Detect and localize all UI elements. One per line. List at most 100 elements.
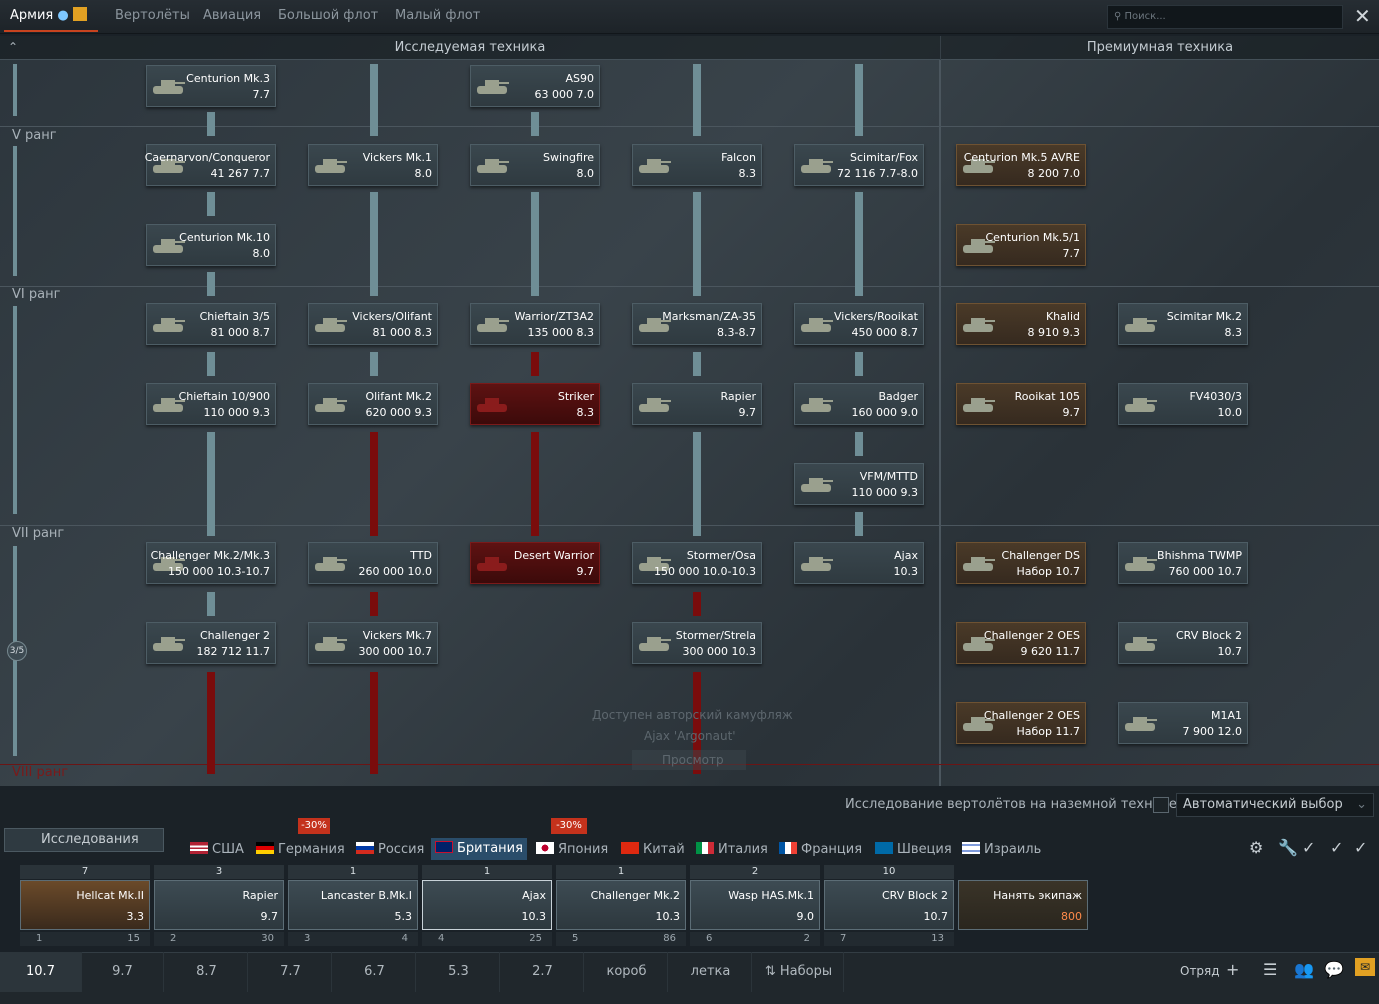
slot-footer: 62 (690, 932, 820, 946)
crew-slot[interactable]: CRV Block 2 10.7 (824, 880, 954, 930)
vehicle-card[interactable]: VFM/MTTD 110 000 9.3 (794, 463, 924, 505)
nation-israel[interactable]: Израиль (962, 842, 1041, 857)
nation-china[interactable]: Китай (621, 842, 685, 857)
vehicle-card[interactable]: Stormer/Strela 300 000 10.3 (632, 622, 762, 664)
nation-sweden[interactable]: Швеция (875, 842, 952, 857)
vehicle-stats: 300 000 10.7 (358, 645, 432, 658)
vehicle-card[interactable]: CRV Block 2 10.7 (1118, 622, 1248, 664)
vehicle-card[interactable]: Falcon 8.3 (632, 144, 762, 186)
nation-france[interactable]: Франция (779, 842, 862, 857)
preset-tab[interactable]: летка (670, 952, 752, 992)
premium-vehicle-card[interactable]: Challenger 2 OES Набор 11.7 (956, 702, 1086, 744)
research-label: Исследования (41, 832, 139, 847)
vehicle-card[interactable]: Scimitar/Fox 72 116 7.7-8.0 (794, 144, 924, 186)
premium-vehicle-card[interactable]: Centurion Mk.5/1 7.7 (956, 224, 1086, 266)
preset-tab[interactable]: 6.7 (334, 952, 416, 992)
collapse-icon[interactable]: ⌃ (8, 40, 18, 54)
vehicle-card[interactable]: Swingfire 8.0 (470, 144, 600, 186)
vehicle-card[interactable]: FV4030/3 10.0 (1118, 383, 1248, 425)
preset-tab[interactable]: 9.7 (82, 952, 164, 992)
close-icon[interactable]: ✕ (1354, 4, 1371, 28)
list-icon[interactable] (72, 7, 87, 21)
vehicle-card[interactable]: Caernarvon/Conqueror 41 267 7.7 (145, 144, 276, 186)
vehicle-name: Warrior/ZT3A2 (514, 310, 594, 323)
vehicle-card[interactable]: TTD 260 000 10.0 (308, 542, 438, 584)
crew-slot[interactable]: Hellcat Mk.II 3.3 (20, 880, 150, 930)
vehicle-card[interactable]: Challenger 2 182 712 11.7 (146, 622, 276, 664)
tab-bluewater[interactable]: Большой флот (278, 0, 378, 32)
vehicle-card[interactable]: Ajax 10.3 (794, 542, 924, 584)
preset-tab[interactable]: 10.7 (0, 952, 82, 992)
locked-vehicle-card[interactable]: Desert Warrior 9.7 (470, 542, 600, 584)
vehicle-card[interactable]: Chieftain 3/5 81 000 8.7 (146, 303, 276, 345)
auto-select-dropdown[interactable]: Автоматический выбор ⌄ (1176, 793, 1374, 817)
vehicle-card[interactable]: Vickers Mk.7 300 000 10.7 (308, 622, 438, 664)
nation-japan[interactable]: Япония (536, 842, 608, 857)
crew-slot[interactable]: Lancaster B.Mk.I 5.3 (288, 880, 418, 930)
vehicle-stats: 9 620 11.7 (1020, 645, 1080, 658)
vehicle-card[interactable]: AS90 63 000 7.0 (470, 65, 600, 107)
premium-vehicle-card[interactable]: Challenger 2 OES 9 620 11.7 (956, 622, 1086, 664)
presets-button[interactable]: ⇅ Наборы (754, 952, 844, 992)
vehicle-card[interactable]: Centurion Mk.10 8.0 (146, 224, 276, 266)
list-icon[interactable]: ☰ (1263, 960, 1277, 979)
tab-coastal[interactable]: Малый флот (395, 0, 480, 32)
crew-slot[interactable]: Wasp HAS.Mk.1 9.0 (690, 880, 820, 930)
wrench-icon[interactable]: 🔧 (1278, 838, 1298, 857)
nation-italy[interactable]: Италия (696, 842, 768, 857)
preset-tab[interactable]: короб (586, 952, 668, 992)
vehicle-card[interactable]: Stormer/Osa 150 000 10.0-10.3 (632, 542, 762, 584)
vehicle-card[interactable]: Olifant Mk.2 620 000 9.3 (308, 383, 438, 425)
vehicle-card[interactable]: Chieftain 10/900 110 000 9.3 (146, 383, 276, 425)
preset-tab[interactable]: 2.7 (502, 952, 584, 992)
crew-slot[interactable]: Rapier 9.7 (154, 880, 284, 930)
vehicle-card[interactable]: Vickers/Rooikat 450 000 8.7 (794, 303, 924, 345)
nation-germany[interactable]: Германия (256, 842, 345, 857)
search-input[interactable]: ⚲ Поиск... (1107, 5, 1343, 29)
vehicle-card[interactable]: M1A1 7 900 12.0 (1118, 702, 1248, 744)
nation-britain[interactable]: Британия (431, 838, 527, 860)
rank-label-vi[interactable]: VI ранг (12, 287, 60, 302)
vehicle-card[interactable]: Vickers/Olifant 81 000 8.3 (308, 303, 438, 345)
rank-label-v[interactable]: V ранг (12, 128, 57, 143)
preset-tab[interactable]: 8.7 (166, 952, 248, 992)
vehicle-card[interactable]: Warrior/ZT3A2 135 000 8.3 (470, 303, 600, 345)
premium-vehicle-card[interactable]: Rooikat 105 9.7 (956, 383, 1086, 425)
vehicle-card[interactable]: Centurion Mk.3 7.7 (146, 65, 276, 107)
contacts-icon[interactable]: 👥 (1294, 960, 1314, 979)
vehicle-card[interactable]: Challenger Mk.2/Mk.3 150 000 10.3-10.7 (146, 542, 276, 584)
tab-army[interactable]: Армия ● (4, 0, 98, 32)
vehicle-card[interactable]: Scimitar Mk.2 8.3 (1118, 303, 1248, 345)
rank-label-vii[interactable]: VII ранг (12, 526, 64, 541)
gear-icon[interactable]: ⚙ (1249, 838, 1263, 857)
research-toggle[interactable]: Исследования (4, 828, 164, 852)
premium-vehicle-card[interactable]: Centurion Mk.5 AVRE 8 200 7.0 (956, 144, 1086, 186)
vehicle-name: Badger (878, 390, 918, 403)
tab-aviation[interactable]: Авиация (203, 0, 261, 32)
crew-slot-selected[interactable]: Ajax 10.3 (422, 880, 552, 930)
locked-vehicle-card[interactable]: Striker 8.3 (470, 383, 600, 425)
double-check-icon[interactable]: ✓ (1330, 838, 1343, 857)
crew-slot[interactable]: Challenger Mk.2 10.3 (556, 880, 686, 930)
plus-icon[interactable]: + (1226, 960, 1239, 979)
nation-russia[interactable]: Россия (356, 842, 424, 857)
tab-helicopters[interactable]: Вертолёты (115, 0, 190, 32)
vehicle-card[interactable]: Vickers Mk.1 8.0 (308, 144, 438, 186)
hire-crew-button[interactable]: Нанять экипаж 800 (958, 880, 1088, 930)
vehicle-card[interactable]: Bhishma TWMP 760 000 10.7 (1118, 542, 1248, 584)
check-icon[interactable]: ✓ (1354, 838, 1367, 857)
nation-usa[interactable]: США (190, 842, 244, 857)
check-icon[interactable]: ✓ (1302, 838, 1315, 857)
camo-preview-button[interactable]: Просмотр (632, 750, 746, 770)
preset-tab[interactable]: 7.7 (250, 952, 332, 992)
premium-vehicle-card[interactable]: Khalid 8 910 9.3 (956, 303, 1086, 345)
preset-tab[interactable]: 5.3 (418, 952, 500, 992)
vehicle-card[interactable]: Badger 160 000 9.0 (794, 383, 924, 425)
rank-label-viii[interactable]: VIII ранг (12, 765, 68, 780)
vehicle-card[interactable]: Rapier 9.7 (632, 383, 762, 425)
premium-vehicle-card[interactable]: Challenger DS Набор 10.7 (956, 542, 1086, 584)
vehicle-card[interactable]: Marksman/ZA-35 8.3-8.7 (632, 303, 762, 345)
heli-research-checkbox[interactable] (1153, 797, 1169, 813)
chat-icon[interactable]: 💬 (1324, 960, 1344, 979)
mail-icon[interactable]: ✉ (1355, 958, 1375, 976)
